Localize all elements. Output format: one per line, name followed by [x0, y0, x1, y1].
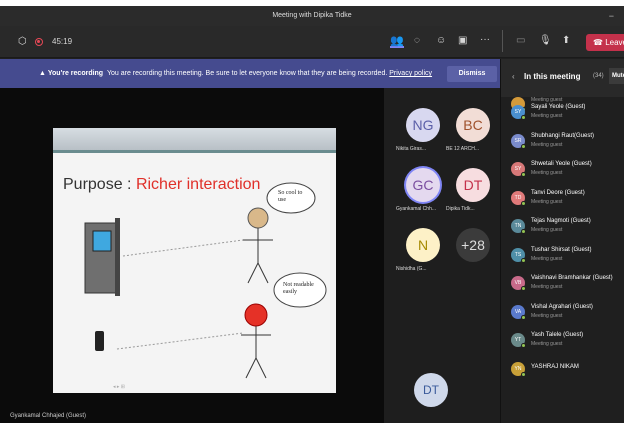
participant-row[interactable]: VB Vaishnavi Bramhankar (Guest) Meeting gu…: [511, 274, 624, 298]
participant-row-role: Meeting guest: [531, 141, 563, 148]
participant-tile[interactable]: +28: [444, 224, 502, 282]
camera-off-icon[interactable]: ▭: [516, 36, 525, 46]
participant-row[interactable]: SR Shubhangi Raut(Guest) Meeting guest: [511, 132, 624, 156]
chat-icon[interactable]: ◌: [414, 36, 420, 46]
participant-avatar: DT: [456, 168, 490, 202]
title-bar: Meeting with Dipika Tidke −: [0, 6, 624, 26]
panel-header: ‹ In this meeting (34) Mute all: [501, 59, 624, 97]
participant-row-role: Meeting guest: [531, 255, 563, 262]
share-icon[interactable]: ⬆: [562, 36, 570, 46]
self-video-tile-avatar[interactable]: DT: [414, 373, 448, 407]
slide-nav-dots: ◂ ▸ ⊞: [113, 384, 125, 390]
participant-row-role: Meeting guest: [531, 227, 563, 233]
presence-status-icon: [521, 343, 526, 348]
presentation-slide: Purpose : Richer interaction ◂ ▸ ⊞ So co…: [53, 128, 336, 393]
recording-banner: ▲ You're recording You are recording thi…: [0, 59, 500, 88]
participant-row-role: Meeting guest: [531, 198, 563, 205]
presence-status-icon: [521, 200, 526, 206]
participant-row[interactable]: TN Tejas Nagmoti (Guest) Meeting guest: [511, 217, 624, 241]
shield-icon: ⬡: [18, 36, 27, 47]
participant-tile-name: Dipika Tidk...: [446, 206, 475, 212]
participant-row[interactable]: YN YASHRAJ NIKAM: [511, 360, 624, 384]
recording-message: You are recording this meeting. Be sure …: [106, 70, 388, 77]
mobile-phone-illustration: [95, 331, 104, 351]
participant-row[interactable]: TS Tushar Shirsat (Guest) Meeting guest: [511, 246, 624, 270]
participant-row-role: Meeting guest: [531, 170, 563, 176]
participants-icon[interactable]: 👥: [390, 36, 404, 48]
connector-line-1: [122, 239, 244, 257]
presence-status-icon: [521, 257, 526, 263]
participant-row[interactable]: SY Sayali Yeole (Guest) Meeting guest: [511, 103, 624, 127]
participant-row[interactable]: SY Shwetali Yeole (Guest) Meeting guest: [511, 160, 624, 184]
participant-avatar: +28: [456, 228, 490, 262]
window-title: Meeting with Dipika Tidke: [272, 12, 352, 19]
slide-illustration: ◂ ▸ ⊞: [84, 182, 327, 390]
participant-avatar: N: [406, 228, 440, 262]
reactions-icon[interactable]: ☺: [436, 36, 446, 46]
shared-screen-stage: Purpose : Richer interaction ◂ ▸ ⊞ So co…: [0, 88, 384, 423]
leave-label: Leave: [605, 38, 624, 47]
participant-row-name: YASHRAJ NIKAM: [531, 363, 579, 370]
recording-label: You're recording: [47, 70, 104, 77]
participant-row-name: Tushar Shirsat (Guest): [531, 246, 592, 253]
presence-status-icon: [521, 172, 526, 177]
participant-tile[interactable]: BC BE 12 ARCH...: [444, 104, 502, 162]
participant-row[interactable]: YT Yash Talele (Guest) Meeting guest: [511, 331, 624, 355]
presence-status-icon: [521, 229, 526, 234]
participant-row-name: Sayali Yeole (Guest): [531, 104, 586, 110]
angry-stick-figure: [241, 303, 271, 379]
record-icon: [35, 38, 43, 46]
bubble-1-text: So cool to use: [278, 190, 303, 203]
bubble-2-text: Not readable easily: [283, 282, 314, 295]
presence-status-icon: [521, 314, 526, 320]
minimize-button[interactable]: −: [609, 6, 614, 26]
rooms-icon[interactable]: ▣: [458, 36, 467, 46]
participant-row-name: Vaishnavi Bramhankar (Guest): [531, 275, 613, 281]
mute-all-button[interactable]: Mute all: [609, 68, 624, 84]
more-options-icon[interactable]: ···: [480, 35, 490, 45]
participants-panel: ‹ In this meeting (34) Mute all Meeting …: [500, 59, 624, 423]
presenter-name-label: Gyankamal Chhajed (Guest): [10, 413, 87, 419]
teams-meeting-window: Meeting with Dipika Tidke − ⬡ 45:19 👥 ◌ …: [0, 0, 624, 423]
participant-count: (34): [593, 73, 604, 79]
panel-title: In this meeting: [524, 72, 581, 81]
dismiss-button[interactable]: Dismiss: [447, 66, 497, 82]
privacy-policy-link[interactable]: Privacy policy: [389, 70, 432, 77]
participant-avatar: NG: [406, 108, 440, 142]
participant-tile-name: BE 12 ARCH...: [446, 146, 480, 152]
presence-status-icon: [521, 286, 526, 291]
happy-stick-figure: [243, 207, 273, 284]
kiosk-illustration: [84, 218, 120, 296]
participant-row-name: Yash Talele (Guest): [531, 332, 584, 338]
participant-row[interactable]: TD Tanvi Deore (Guest) Meeting guest: [511, 189, 624, 213]
connector-line-2: [116, 332, 244, 350]
participant-row[interactable]: VA Vishal Agrahari (Guest) Meeting guest: [511, 303, 624, 327]
toolbar-divider: [502, 30, 503, 52]
mic-off-icon[interactable]: 🎙: [539, 36, 552, 46]
participant-row-name: Tejas Nagmoti (Guest): [531, 218, 591, 224]
participant-avatar: BC: [456, 108, 490, 142]
phone-icon: ☎: [593, 38, 606, 47]
meeting-timer: 45:19: [52, 37, 73, 46]
participant-row-name: Tanvi Deore (Guest): [531, 189, 585, 196]
participant-row-role: Meeting guest: [531, 312, 563, 319]
chevron-left-icon[interactable]: ‹: [512, 72, 515, 81]
participant-avatar: GC: [406, 168, 440, 202]
presence-status-icon: [521, 115, 526, 120]
participant-row-name: Shwetali Yeole (Guest): [531, 161, 592, 167]
participant-tiles: NG Nikita Giras... BC BE 12 ARCH... GC Gyanka…: [384, 88, 500, 423]
leave-button[interactable]: ☎ Leave: [586, 34, 624, 51]
participant-row-name: Shubhangi Raut(Guest): [531, 132, 595, 139]
participant-row-role: Meeting guest: [531, 113, 563, 119]
meeting-control-bar: ⬡ 45:19 👥 ◌ ☺ ▣ ··· ▭ 🎙 ⬆ ☎ Leave: [0, 26, 624, 58]
participant-row-role: Meeting guest: [531, 341, 563, 347]
presence-status-icon: [521, 371, 526, 377]
participant-row-name: Vishal Agrahari (Guest): [531, 303, 593, 310]
presence-status-icon: [521, 143, 526, 149]
warning-icon: ▲: [39, 70, 48, 77]
recording-banner-text: ▲ You're recording You are recording thi…: [39, 59, 432, 88]
participant-row-role: Meeting guest: [531, 284, 563, 290]
participant-tile[interactable]: DT Dipika Tidk...: [444, 164, 502, 222]
